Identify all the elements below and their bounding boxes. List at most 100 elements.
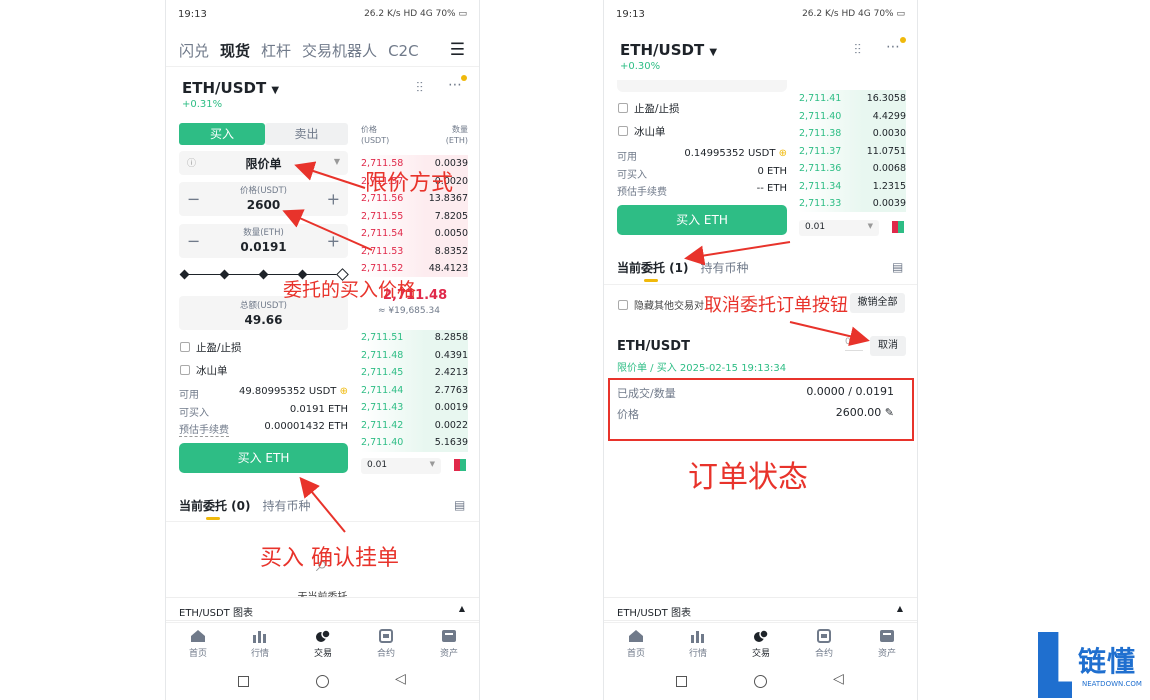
orderbook-row[interactable]: 2,711.38 0.0030 [799, 126, 906, 142]
orderbook-qty: 4.4299 [872, 110, 906, 122]
phone-screen-left: 19:13 26.2 K/s HD 4G 70% ▭ 闪兑 现货 杠杆 交易机器人 C2… [165, 0, 480, 700]
bar-chart-icon [252, 629, 268, 643]
tabbar-futures[interactable]: 合约 [366, 629, 406, 659]
recents-icon[interactable] [676, 676, 687, 687]
nav-spot[interactable]: 现货 [220, 42, 250, 60]
nav-margin[interactable]: 杠杆 [261, 42, 291, 60]
price-change: +0.30% [620, 61, 661, 72]
order-history-icon[interactable]: ▤ [454, 498, 465, 512]
nav-c2c[interactable]: C2C [388, 42, 419, 60]
recents-icon[interactable] [238, 676, 249, 687]
add-funds-icon[interactable]: ⊕ [340, 386, 348, 397]
orderbook-row[interactable]: 2,711.45 2.4213 [361, 365, 468, 381]
price-field[interactable]: − 价格(USDT) 2600 + [179, 182, 348, 216]
orders-tabs: 当前委托 (1) 持有币种 [617, 259, 761, 276]
plus-icon[interactable]: + [327, 232, 340, 251]
orderbook-qty: 0.0030 [872, 128, 906, 139]
annotation-order-status: 订单状态 [688, 460, 808, 495]
quantity-field[interactable]: − 数量(ETH) 0.0191 + [179, 224, 348, 258]
cancel-all-button[interactable]: 撤销全部 [850, 293, 905, 313]
orderbook-price: 2,711.43 [361, 402, 404, 413]
hide-other-pairs-checkbox[interactable]: 隐藏其他交易对 [618, 297, 704, 312]
add-funds-icon[interactable]: ⊕ [779, 148, 787, 159]
tabbar-futures[interactable]: 合约 [804, 629, 844, 659]
orderbook-row[interactable]: 2,711.34 1.2315 [799, 179, 906, 195]
iceberg-checkbox[interactable]: 冰山单 [618, 124, 666, 139]
buy-eth-button[interactable]: 买入 ETH [617, 205, 787, 235]
orderbook-layout-icon[interactable] [454, 459, 466, 471]
orderbook-row[interactable]: 2,711.43 0.0019 [361, 400, 468, 416]
home-button-icon[interactable] [316, 675, 329, 688]
tabbar-home[interactable]: 首页 [616, 629, 656, 659]
slider-node[interactable] [219, 269, 230, 280]
chart-bar[interactable]: ETH/USDT 图表 ▲ [604, 597, 917, 621]
tabbar-markets[interactable]: 行情 [240, 629, 280, 659]
tabbar-home[interactable]: 首页 [178, 629, 218, 659]
candlestick-icon[interactable]: ⫶⫶ [854, 42, 861, 58]
back-icon[interactable]: ◁ [395, 671, 406, 687]
tabbar-assets[interactable]: 资产 [867, 629, 907, 659]
tab-holdings[interactable]: 持有币种 [701, 261, 749, 275]
dropdown-icon: ▼ [867, 222, 873, 230]
scrolled-field-edge [617, 80, 787, 92]
home-button-icon[interactable] [754, 675, 767, 688]
orderbook-row[interactable]: 2,711.51 8.2858 [361, 330, 468, 346]
sell-tab[interactable]: 卖出 [265, 123, 348, 145]
order-history-icon[interactable]: ▤ [892, 260, 903, 274]
slider-node[interactable] [258, 269, 269, 280]
orderbook-row[interactable]: 2,711.53 8.8352 [361, 244, 468, 260]
more-icon[interactable]: ⋯ [886, 39, 900, 55]
logo-text: 链懂 [1078, 645, 1137, 678]
orderbook-row[interactable]: 2,711.36 0.0068 [799, 161, 906, 177]
orderbook-row[interactable]: 2,711.42 0.0022 [361, 418, 468, 434]
back-icon[interactable]: ◁ [833, 671, 844, 687]
orderbook-row[interactable]: 2,711.40 4.4299 [799, 109, 906, 125]
orderbook-layout-icon[interactable] [892, 221, 904, 233]
plus-icon[interactable]: + [327, 190, 340, 209]
iceberg-checkbox[interactable]: 冰山单 [180, 363, 228, 378]
buy-eth-button[interactable]: 买入 ETH [179, 443, 348, 473]
total-field-value: 49.66 [244, 313, 283, 327]
nav-flash-swap[interactable]: 闪兑 [179, 42, 209, 60]
tab-current-orders[interactable]: 当前委托 (1) [617, 261, 689, 275]
status-time: 19:13 [616, 9, 645, 20]
tp-sl-checkbox[interactable]: 止盈/止损 [180, 340, 242, 355]
depth-select[interactable]: 0.01 ▼ [799, 220, 879, 236]
tabbar-markets[interactable]: 行情 [678, 629, 718, 659]
orderbook-row[interactable]: 2,711.37 11.0751 [799, 144, 906, 160]
cancel-order-button[interactable]: 取消 [870, 336, 906, 356]
chart-bar[interactable]: ETH/USDT 图表 ▲ [166, 597, 479, 621]
orderbook-row[interactable]: 2,711.33 0.0039 [799, 196, 906, 212]
orderbook-qty: 1.2315 [872, 180, 906, 192]
slider-node[interactable] [179, 269, 190, 280]
more-icon[interactable]: ⋯ [448, 77, 462, 93]
candlestick-icon[interactable]: ⫶⫶ [416, 80, 423, 96]
tab-holdings[interactable]: 持有币种 [263, 499, 311, 513]
orderbook-price: 2,711.40 [361, 437, 404, 448]
tabbar-assets[interactable]: 资产 [429, 629, 469, 659]
pair-selector[interactable]: ETH/USDT ▼ [620, 41, 717, 59]
tab-current-orders[interactable]: 当前委托 (0) [179, 499, 251, 513]
orderbook-row[interactable]: 2,711.44 2.7763 [361, 383, 468, 399]
system-nav: ◁ [166, 662, 479, 700]
orderbook-row[interactable]: 2,711.55 7.8205 [361, 209, 468, 225]
orderbook-row[interactable]: 2,711.54 0.0050 [361, 226, 468, 242]
buy-tab[interactable]: 买入 [179, 123, 265, 145]
orderbook-row[interactable]: 2,711.48 0.4391 [361, 348, 468, 364]
tabbar-trade[interactable]: 交易 [303, 629, 343, 659]
tp-sl-checkbox[interactable]: 止盈/止损 [618, 101, 680, 116]
orderbook-row[interactable]: 2,711.40 5.1639 [361, 435, 468, 451]
orderbook-price: 2,711.44 [361, 384, 404, 396]
tabbar-trade[interactable]: 交易 [741, 629, 781, 659]
nav-trading-bot[interactable]: 交易机器人 [302, 42, 377, 60]
pair-selector[interactable]: ETH/USDT ▼ [182, 79, 279, 97]
dropdown-icon: ▼ [429, 460, 435, 468]
price-field-value: 2600 [246, 198, 281, 212]
depth-select[interactable]: 0.01 ▼ [361, 458, 441, 474]
menu-icon[interactable]: ☰ [450, 40, 465, 60]
orderbook-price: 2,711.37 [799, 145, 842, 157]
order-type-select[interactable]: ⓘ 限价单 ▼ [179, 151, 348, 175]
order-pair: ETH/USDT [617, 339, 690, 354]
phone-screen-right: 19:13 26.2 K/s HD 4G 70% ▭ ETH/USDT ▼ +0… [603, 0, 918, 700]
orderbook-row[interactable]: 2,711.41 16.3058 [799, 91, 906, 107]
